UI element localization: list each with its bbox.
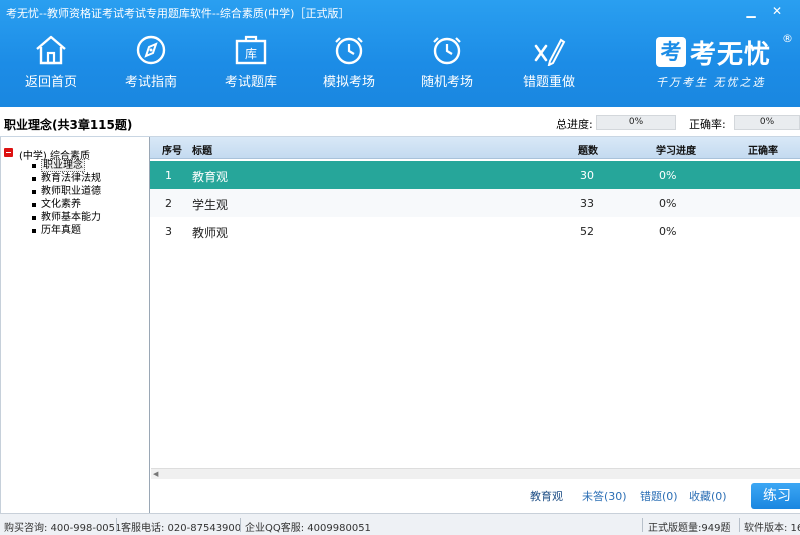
row-study-progress: 0% [659,197,677,210]
nav-mock-exam-label: 模拟考场 [322,75,375,90]
nav-bank-button[interactable]: 库 考试题库 [202,34,300,100]
nav-mock-exam-button[interactable]: 模拟考场 [300,34,398,100]
total-progress-value: 0% [596,115,676,130]
unanswered-link[interactable]: 未答(30) [582,488,627,504]
action-bar: 教育观 未答(30) 错题(0) 收藏(0) 练习 [150,480,800,512]
software-version: 软件版本: 16 [744,523,800,534]
nav-bank-label: 考试题库 [224,75,277,90]
purchase-hotline: 购买咨询: 400-998-0051 [4,523,122,534]
col-accuracy-header[interactable]: 正确率 [748,142,778,157]
wrong-redo-icon [500,34,598,66]
nav-home-label: 返回首页 [24,75,77,90]
row-study-progress: 0% [659,169,677,182]
chapter-tree: (中学) 综合素质 职业理念 教育法律法规 教师职业道德 文化素养 教师基本能力… [0,137,150,513]
favorites-link[interactable]: 收藏(0) [689,488,727,504]
col-no-header[interactable]: 序号 [162,142,182,157]
window-title: 考无忧--教师资格证考试考试专用题库软件--综合素质(中学)［正式版］ [6,7,350,20]
row-study-progress: 0% [659,225,677,238]
tree-items: 职业理念 教育法律法规 教师职业道德 文化素养 教师基本能力 历年真题 [31,159,101,237]
col-count-header[interactable]: 题数 [578,142,598,157]
tree-item-teacher-ethics[interactable]: 教师职业道德 [31,185,101,198]
practice-button[interactable]: 练习 [751,483,800,509]
question-bank-icon: 库 [202,34,300,66]
clock-icon [300,34,398,66]
nav-home-button[interactable]: 返回首页 [2,34,100,100]
accuracy-label: 正确率: [689,118,726,131]
status-divider [642,518,643,532]
tree-item-career-philosophy[interactable]: 职业理念 [31,159,101,172]
svg-text:库: 库 [245,46,257,61]
total-progress-label: 总进度: [556,118,593,131]
row-no: 1 [165,169,172,182]
row-count: 30 [580,169,594,182]
close-button[interactable]: ✕ [766,2,788,20]
status-divider [116,518,117,532]
status-bar: 购买咨询: 400-998-0051 客服电话: 020-87543900 企业… [0,513,800,535]
status-divider [739,518,740,532]
brand-logo: 考 考无忧 ® 千万考生 无忧之选 [654,32,800,100]
section-bar: 职业理念(共3章115题) 总进度: 0% 正确率: 0% [0,107,800,137]
status-divider [240,518,241,532]
nav-random-exam-label: 随机考场 [420,75,473,90]
clock-icon [398,34,496,66]
horizontal-scrollbar[interactable]: ◀ [151,468,800,479]
tree-item-basic-ability[interactable]: 教师基本能力 [31,211,101,224]
row-title: 学生观 [192,198,229,212]
brand-name: 考无忧 [690,40,772,70]
question-count: 正式版题量:949题 [648,523,731,534]
app-header: 考无忧--教师资格证考试考试专用题库软件--综合素质(中学)［正式版］ ▁ ✕ … [0,0,800,107]
table-row[interactable]: 1 教育观 30 0% [150,161,800,189]
accuracy-value: 0% [734,115,800,130]
nav-redo-wrong-label: 错题重做 [522,75,575,90]
home-icon [2,34,100,66]
tree-item-past-exams[interactable]: 历年真题 [31,224,101,237]
chapter-table: 序号 标题 题数 学习进度 正确率 1 教育观 30 0% 2 学生观 33 0… [150,137,800,513]
col-title-header[interactable]: 标题 [192,142,212,157]
row-no: 3 [165,225,172,238]
collapse-icon[interactable] [4,148,13,157]
table-row[interactable]: 3 教师观 52 0% [150,217,800,245]
registered-mark: ® [782,32,793,45]
nav-guide-label: 考试指南 [124,75,177,90]
qq-service: 企业QQ客服: 4009980051 [245,523,371,534]
scroll-left-icon[interactable]: ◀ [153,470,158,478]
service-phone: 客服电话: 020-87543900 [121,523,242,534]
wrong-questions-link[interactable]: 错题(0) [640,488,678,504]
col-study-header[interactable]: 学习进度 [656,142,696,157]
nav-random-exam-button[interactable]: 随机考场 [398,34,496,100]
table-header: 序号 标题 题数 学习进度 正确率 [150,137,800,159]
nav-redo-wrong-button[interactable]: 错题重做 [500,34,598,100]
row-title: 教师观 [192,226,229,240]
tree-item-education-law[interactable]: 教育法律法规 [31,172,101,185]
current-chapter-label: 教育观 [530,490,563,503]
nav-guide-button[interactable]: 考试指南 [102,34,200,100]
brand-slogan: 千万考生 无忧之选 [656,76,766,89]
row-count: 52 [580,225,594,238]
title-bar: 考无忧--教师资格证考试考试专用题库软件--综合素质(中学)［正式版］ ▁ ✕ [0,0,800,24]
tree-item-cultural-literacy[interactable]: 文化素养 [31,198,101,211]
section-title: 职业理念(共3章115题) [4,118,133,132]
table-row[interactable]: 2 学生观 33 0% [150,189,800,217]
row-title: 教育观 [192,170,229,184]
row-no: 2 [165,197,172,210]
compass-icon [102,34,200,66]
brand-mark: 考 [656,37,686,67]
minimize-button[interactable]: ▁ [740,2,762,20]
row-count: 33 [580,197,594,210]
